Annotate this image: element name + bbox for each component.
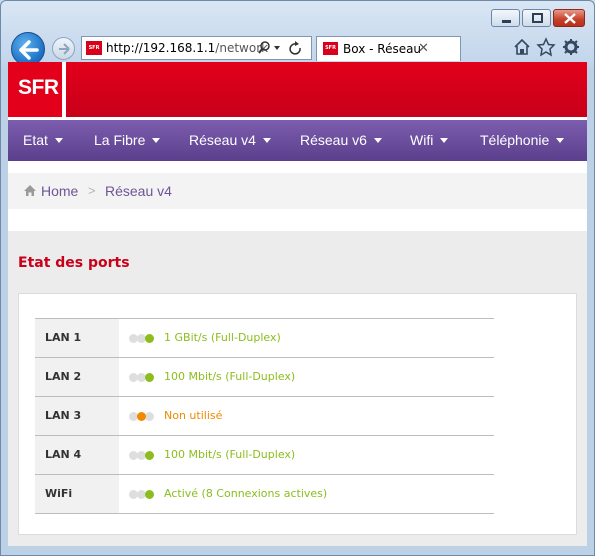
breadcrumb-separator: > [88,183,96,198]
port-row: LAN 4 100 Mbit/s (Full-Duplex) [35,435,494,474]
header-banner [8,62,587,117]
status-dot [137,412,146,421]
nav-item-wifi[interactable]: Wifi [410,120,449,161]
back-button[interactable] [11,32,45,66]
caret-down-icon [152,137,161,143]
nav-item-la-fibre[interactable]: La Fibre [94,120,161,161]
search-icon[interactable] [258,41,270,54]
refresh-icon[interactable] [289,41,301,55]
page-viewport: SFR Etat La Fibre Réseau v4 Réseau v6 Wi… [8,62,587,546]
status-indicator-icon [129,334,161,344]
status-indicator-icon [129,373,161,383]
caret-down-icon [373,137,382,143]
address-url[interactable]: http://192.168.1.1/network [106,41,268,55]
section-title: Etat des ports [18,255,130,271]
forward-arrow-icon [59,43,70,55]
forward-button[interactable] [52,37,75,60]
status-dot [145,490,154,499]
browser-tab[interactable]: SFR Box - Réseau ✕ [316,36,461,61]
logo-text: SFR [18,76,59,99]
minimize-button[interactable] [491,9,520,27]
dropdown-icon[interactable] [274,46,280,50]
nav-item-reseau-v6[interactable]: Réseau v6 [300,120,382,161]
sfr-logo[interactable]: SFR [8,62,66,117]
port-status: Non utilisé [164,409,223,422]
caret-down-icon [556,137,565,143]
port-label-cell: LAN 2 [35,358,119,396]
port-row: LAN 1 1 GBit/s (Full-Duplex) [35,318,494,357]
nav-item-etat[interactable]: Etat [23,120,63,161]
port-name: LAN 4 [45,448,82,461]
main-nav: Etat La Fibre Réseau v4 Réseau v6 Wifi T… [8,120,587,161]
port-status: Activé (8 Connexions actives) [164,487,328,500]
close-window-button[interactable] [553,9,585,27]
caret-down-icon [262,137,271,143]
nav-label: Réseau v6 [300,132,367,148]
maximize-icon [532,13,543,23]
nav-item-telephonie[interactable]: Téléphonie [480,120,565,161]
status-dot [145,334,154,343]
status-dot [145,373,154,382]
port-row: LAN 2 100 Mbit/s (Full-Duplex) [35,357,494,396]
browser-toolbar-icons [514,37,579,57]
breadcrumb-home-link[interactable]: Home [41,183,78,199]
ports-table: LAN 1 1 GBit/s (Full-Duplex) LAN 2 100 Mbit… [35,318,494,514]
caret-down-icon [54,137,63,143]
maximize-button[interactable] [522,9,551,27]
nav-label: Wifi [410,132,434,148]
port-row: WiFi Activé (8 Connexions actives) [35,474,494,514]
port-name: LAN 2 [45,370,82,383]
port-label-cell: LAN 1 [35,319,119,357]
tab-title: Box - Réseau [343,42,422,56]
status-indicator-icon [129,412,161,422]
site-favicon: SFR [86,41,102,55]
nav-label: Téléphonie [480,132,550,148]
port-label-cell: LAN 3 [35,397,119,435]
url-host: http://192.168.1.1 [106,41,216,55]
port-status: 100 Mbit/s (Full-Duplex) [164,370,296,383]
caret-down-icon [440,137,449,143]
minimize-icon [502,20,511,23]
breadcrumb-current[interactable]: Réseau v4 [105,183,172,199]
port-name: WiFi [45,487,73,500]
status-indicator-icon [129,451,161,461]
tab-close-icon[interactable]: ✕ [418,41,429,56]
port-status: 100 Mbit/s (Full-Duplex) [164,448,296,461]
home-icon[interactable] [23,184,37,197]
tab-favicon: SFR [323,42,338,55]
address-tools [258,41,301,55]
breadcrumb: Home > Réseau v4 [8,173,587,209]
nav-label: Etat [23,132,48,148]
close-icon [564,13,576,24]
status-indicator-icon [129,490,161,500]
content-panel: Etat des ports LAN 1 1 GBit/s (Full-Duple… [8,231,587,546]
ports-card: LAN 1 1 GBit/s (Full-Duplex) LAN 2 100 Mbit… [18,293,577,535]
port-name: LAN 3 [45,409,82,422]
port-row: LAN 3 Non utilisé [35,396,494,435]
nav-label: Réseau v4 [189,132,256,148]
settings-gear-icon[interactable] [563,39,579,55]
nav-label: La Fibre [94,132,146,148]
favorites-star-icon[interactable] [536,37,556,57]
home-icon[interactable] [514,38,530,55]
port-status: 1 GBit/s (Full-Duplex) [164,331,281,344]
status-dot [145,412,154,421]
address-bar[interactable]: SFR http://192.168.1.1/network [81,36,312,60]
nav-item-reseau-v4[interactable]: Réseau v4 [189,120,271,161]
port-label-cell: LAN 4 [35,436,119,474]
port-label-cell: WiFi [35,475,119,513]
status-dot [145,451,154,460]
port-name: LAN 1 [45,331,82,344]
